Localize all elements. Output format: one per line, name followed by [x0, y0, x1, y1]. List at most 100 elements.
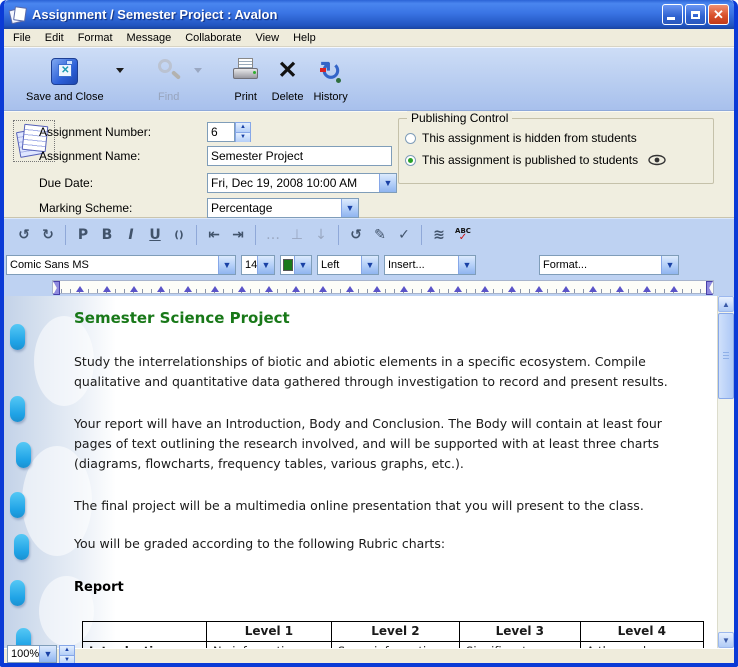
header-cell-level3: Level 3: [460, 621, 581, 641]
hidden-radio[interactable]: [405, 133, 416, 144]
due-date-combo[interactable]: Fri, Dec 19, 2008 10:00 AM ▼: [207, 173, 397, 193]
quotes-icon[interactable]: (): [168, 224, 190, 246]
hidden-option-row[interactable]: This assignment is hidden from students: [405, 131, 637, 145]
save-dropdown-arrow[interactable]: [116, 68, 124, 77]
insert-combo[interactable]: Insert... ▼: [384, 255, 476, 275]
menu-view[interactable]: View: [248, 31, 286, 45]
publishing-control-legend: Publishing Control: [407, 111, 512, 125]
save-and-close-button[interactable]: ✕ Save and Close: [26, 54, 104, 103]
cell-level1: No information given as to what to expec…: [207, 641, 332, 648]
alignment-combo[interactable]: Left ▼: [317, 255, 379, 275]
right-indent-marker[interactable]: [706, 281, 713, 295]
outdent-icon[interactable]: ⇤: [203, 224, 225, 246]
menu-message[interactable]: Message: [120, 31, 179, 45]
document-area[interactable]: Semester Science Project Study the inter…: [4, 296, 734, 648]
delete-button[interactable]: ✕ Delete: [272, 54, 304, 103]
vertical-scrollbar[interactable]: ▲ ▼: [717, 296, 734, 648]
close-button[interactable]: ✕: [708, 4, 729, 25]
menu-help[interactable]: Help: [286, 31, 323, 45]
ruler-bar: [4, 279, 734, 296]
zoom-dropdown-button[interactable]: ▼: [39, 646, 56, 662]
scroll-up-button[interactable]: ▲: [718, 296, 734, 312]
search-icon: [156, 58, 182, 84]
scrollbar-thumb[interactable]: [718, 313, 734, 399]
header-cell-level4: Level 4: [580, 621, 703, 641]
paragraph-2: Your report will have an Introduction, B…: [74, 414, 684, 474]
pen-icon[interactable]: ✎: [369, 224, 391, 246]
assignment-name-label: Assignment Name:: [39, 149, 207, 163]
marking-scheme-combo[interactable]: Percentage ▼: [207, 198, 359, 218]
left-indent-marker[interactable]: [53, 281, 60, 295]
eye-icon: [648, 154, 666, 166]
undo-icon[interactable]: ↺: [13, 224, 35, 246]
spellcheck-icon[interactable]: ABC ✓: [452, 224, 474, 246]
assignment-number-label: Assignment Number:: [39, 125, 207, 139]
menu-file[interactable]: File: [6, 31, 38, 45]
font-size-combo[interactable]: 14 ▼: [241, 255, 275, 275]
due-date-dropdown-button[interactable]: ▼: [379, 174, 396, 192]
cell-level4: A thorough introduction shows that the w…: [580, 641, 703, 648]
find-button: Find: [156, 54, 182, 103]
font-name-dropdown-button[interactable]: ▼: [218, 256, 235, 274]
document-content[interactable]: Semester Science Project Study the inter…: [74, 296, 704, 648]
bold-icon[interactable]: B: [96, 224, 118, 246]
paragraph-4: You will be graded according to the foll…: [74, 534, 704, 554]
alignment-dropdown-button[interactable]: ▼: [361, 256, 378, 274]
header-cell-level2: Level 2: [331, 621, 459, 641]
assignment-number-field[interactable]: 6: [207, 122, 235, 142]
paragraph-1: Study the interrelationships of biotic a…: [74, 352, 696, 392]
printer-icon: [232, 58, 260, 84]
font-bar: Comic Sans MS ▼ 14 ▼ ▼ Left ▼ Insert... …: [4, 251, 734, 279]
font-name-combo[interactable]: Comic Sans MS ▼: [6, 255, 236, 275]
report-section-heading: Report: [74, 578, 704, 599]
row-header-introduction: Introduction: [83, 641, 207, 648]
signature-icon[interactable]: ≋: [428, 224, 450, 246]
assignment-form-panel: Assignment Number: 6 ▲▼ Assignment Name:…: [4, 111, 734, 218]
cell-level3: Significant information given reader is …: [460, 641, 581, 648]
plain-text-icon[interactable]: P: [72, 224, 94, 246]
assignment-window-icon: [9, 6, 27, 24]
menu-collaborate[interactable]: Collaborate: [178, 31, 248, 45]
published-radio[interactable]: [405, 155, 416, 166]
menu-edit[interactable]: Edit: [38, 31, 71, 45]
insert-dropdown-button[interactable]: ▼: [458, 256, 475, 274]
header-cell-level1: Level 1: [207, 621, 332, 641]
revert-icon[interactable]: ↺: [345, 224, 367, 246]
format-combo[interactable]: Format... ▼: [539, 255, 679, 275]
minimize-button[interactable]: [662, 4, 683, 25]
rubric-table: Level 1 Level 2 Level 3 Level 4 Introduc…: [82, 621, 704, 648]
format-dropdown-button[interactable]: ▼: [661, 256, 678, 274]
marking-scheme-dropdown-button[interactable]: ▼: [341, 199, 358, 217]
formatting-toolbar: ↺ ↻ P B I U () ⇤ ⇥ … ⊥ ↓ ↺ ✎ ✓ ≋ ABC ✓: [4, 218, 734, 251]
indent-icon[interactable]: ⇥: [227, 224, 249, 246]
assignment-number-stepper[interactable]: ▲▼: [235, 122, 251, 142]
paragraph-3: The final project will be a multimedia o…: [74, 496, 696, 516]
publishing-control-group: Publishing Control This assignment is hi…: [398, 118, 714, 184]
underline-icon[interactable]: U: [144, 224, 166, 246]
approve-icon[interactable]: ✓: [393, 224, 415, 246]
font-size-dropdown-button[interactable]: ▼: [257, 256, 274, 274]
zoom-level-combo[interactable]: 100% ▼: [7, 645, 57, 663]
menu-format[interactable]: Format: [71, 31, 120, 45]
italic-icon[interactable]: I: [120, 224, 142, 246]
cell-level2: Some information given as to what to exp…: [331, 641, 459, 648]
maximize-button[interactable]: [685, 4, 706, 25]
print-button[interactable]: Print: [232, 54, 260, 103]
ruler[interactable]: [52, 280, 714, 294]
table-header-row: Level 1 Level 2 Level 3 Level 4: [83, 621, 704, 641]
header-cell-blank: [83, 621, 207, 641]
assignment-window: Assignment / Semester Project : Avalon ✕…: [0, 0, 738, 667]
document-heading: Semester Science Project: [74, 306, 704, 330]
delete-icon: ✕: [278, 59, 298, 83]
redo-icon[interactable]: ↻: [37, 224, 59, 246]
marking-scheme-label: Marking Scheme:: [39, 201, 207, 215]
zoom-stepper[interactable]: ▲▼: [59, 645, 75, 663]
published-option-row[interactable]: This assignment is published to students: [405, 153, 666, 167]
font-color-dropdown-button[interactable]: ▼: [294, 256, 311, 274]
main-toolbar: ✕ Save and Close Find Print ✕ Delete ↻ H…: [4, 47, 734, 111]
chevron-up-icon: ▲: [722, 300, 730, 309]
history-button[interactable]: ↻ History: [313, 54, 347, 103]
assignment-name-field[interactable]: Semester Project: [207, 146, 392, 166]
scroll-down-button[interactable]: ▼: [718, 632, 734, 648]
font-color-combo[interactable]: ▼: [280, 255, 312, 275]
